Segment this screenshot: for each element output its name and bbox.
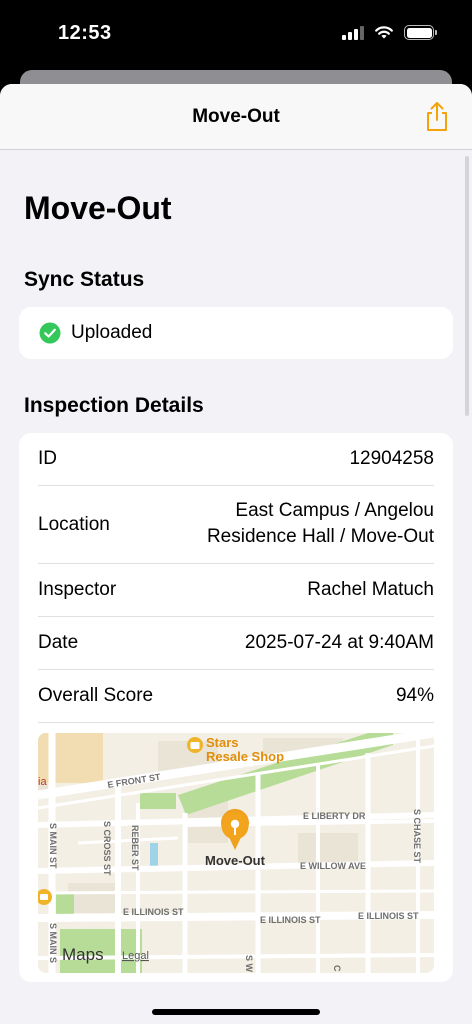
- maps-brand: Maps: [62, 945, 104, 964]
- home-indicator[interactable]: [152, 1009, 320, 1015]
- detail-label: Inspector: [38, 579, 117, 600]
- sync-status-value: Uploaded: [71, 322, 153, 343]
- inspection-details-card: ID 12904258 Location East Campus / Angel…: [19, 433, 453, 982]
- svg-text:E ILLINOIS ST: E ILLINOIS ST: [260, 915, 321, 925]
- detail-row-location: Location East Campus / Angelou Residence…: [38, 486, 434, 564]
- detail-row-inspector: Inspector Rachel Matuch: [38, 564, 434, 617]
- location-map[interactable]: E FRONT ST E LIBERTY DR E WILLOW AVE E I…: [38, 733, 434, 973]
- battery-icon: [404, 25, 437, 40]
- detail-value: 2025-07-24 at 9:40AM: [244, 632, 434, 653]
- poi-label-line2: Resale Shop: [206, 749, 284, 764]
- detail-value: 94%: [395, 685, 434, 706]
- svg-text:S MAIN ST: S MAIN ST: [48, 823, 58, 869]
- svg-text:C: C: [332, 965, 342, 972]
- detail-row-overall-score: Overall Score 94%: [38, 670, 434, 723]
- svg-text:S CROSS ST: S CROSS ST: [102, 821, 112, 876]
- nav-title: Move-Out: [192, 106, 280, 127]
- cellular-signal-icon: [342, 25, 364, 40]
- navigation-bar: Move-Out: [0, 84, 472, 150]
- wifi-icon: [375, 26, 393, 39]
- svg-text:E LIBERTY DR: E LIBERTY DR: [303, 811, 366, 821]
- svg-text:E FRONT ST: E FRONT ST: [107, 772, 162, 790]
- detail-label: Overall Score: [38, 685, 154, 706]
- detail-value: East Campus / Angelou Residence Hall / M…: [206, 500, 434, 547]
- status-bar: 12:53: [0, 0, 472, 70]
- legal-link[interactable]: Legal: [122, 950, 149, 962]
- map-fragment-label: ia: [38, 776, 47, 788]
- share-icon[interactable]: [422, 100, 452, 134]
- map-parcel: [38, 733, 103, 783]
- detail-row-id: ID 12904258: [38, 433, 434, 486]
- svg-text:E ILLINOIS ST: E ILLINOIS ST: [358, 911, 419, 921]
- map-pin-icon[interactable]: [221, 808, 250, 850]
- page-title: Move-Out: [24, 190, 172, 226]
- basket-icon: [40, 894, 48, 900]
- svg-text:REBER ST: REBER ST: [130, 825, 140, 871]
- status-time: 12:53: [58, 22, 112, 44]
- sync-status-header: Sync Status: [24, 268, 145, 291]
- status-icons: [342, 25, 437, 40]
- detail-row-date: Date 2025-07-24 at 9:40AM: [38, 617, 434, 670]
- svg-text:E WILLOW AVE: E WILLOW AVE: [300, 861, 366, 871]
- shopping-bag-icon: [190, 742, 200, 749]
- poi-label-line1: Stars: [206, 735, 239, 750]
- inspection-details-header: Inspection Details: [24, 394, 204, 417]
- modal-sheet: Move-Out Move-Out Sync Status Uploaded I…: [0, 84, 472, 1024]
- detail-label: Date: [38, 632, 79, 653]
- detail-value: 12904258: [349, 448, 434, 469]
- scroll-indicator[interactable]: [465, 156, 469, 416]
- sync-status-card: Uploaded: [19, 307, 453, 359]
- pin-label: Move-Out: [205, 853, 266, 868]
- svg-text:S MAIN S: S MAIN S: [48, 923, 58, 963]
- checkmark-circle-icon: [39, 322, 61, 344]
- svg-text:S W: S W: [244, 955, 254, 973]
- svg-text:S CHASE ST: S CHASE ST: [412, 809, 422, 864]
- detail-label: ID: [38, 448, 57, 469]
- detail-label: Location: [38, 514, 110, 535]
- svg-text:E ILLINOIS ST: E ILLINOIS ST: [123, 907, 184, 917]
- detail-value: Rachel Matuch: [307, 579, 434, 600]
